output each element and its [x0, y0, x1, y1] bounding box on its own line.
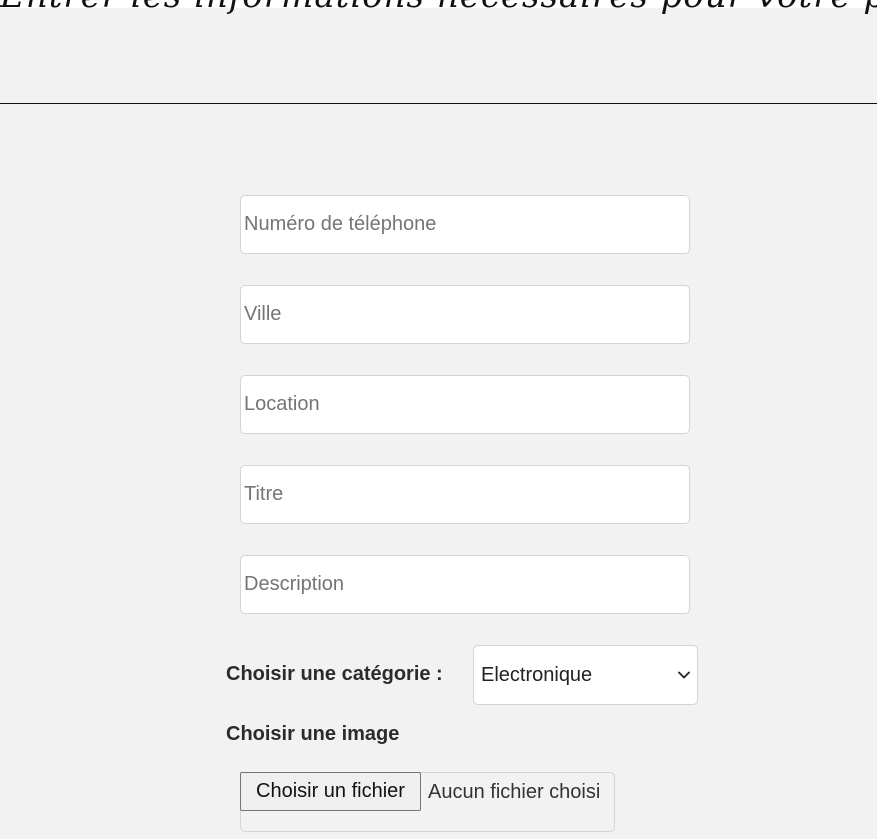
location-input[interactable] — [240, 375, 690, 434]
category-select[interactable]: Electronique — [473, 645, 698, 705]
chevron-down-icon — [677, 668, 691, 682]
image-label: Choisir une image — [226, 723, 400, 745]
image-file-input[interactable]: Choisir un fichier Aucun fichier choisi — [240, 772, 615, 832]
choose-file-button[interactable]: Choisir un fichier — [240, 772, 421, 811]
category-selected-value: Electronique — [481, 664, 593, 686]
category-label: Choisir une catégorie : — [226, 663, 443, 685]
header-divider — [0, 103, 877, 104]
title-input[interactable] — [240, 465, 690, 524]
page-heading: Entrer les informations nécessaires pour… — [0, 0, 877, 16]
phone-input[interactable] — [240, 195, 690, 254]
description-input[interactable] — [240, 555, 690, 614]
city-input[interactable] — [240, 285, 690, 344]
file-status-text: Aucun fichier choisi — [428, 781, 601, 803]
